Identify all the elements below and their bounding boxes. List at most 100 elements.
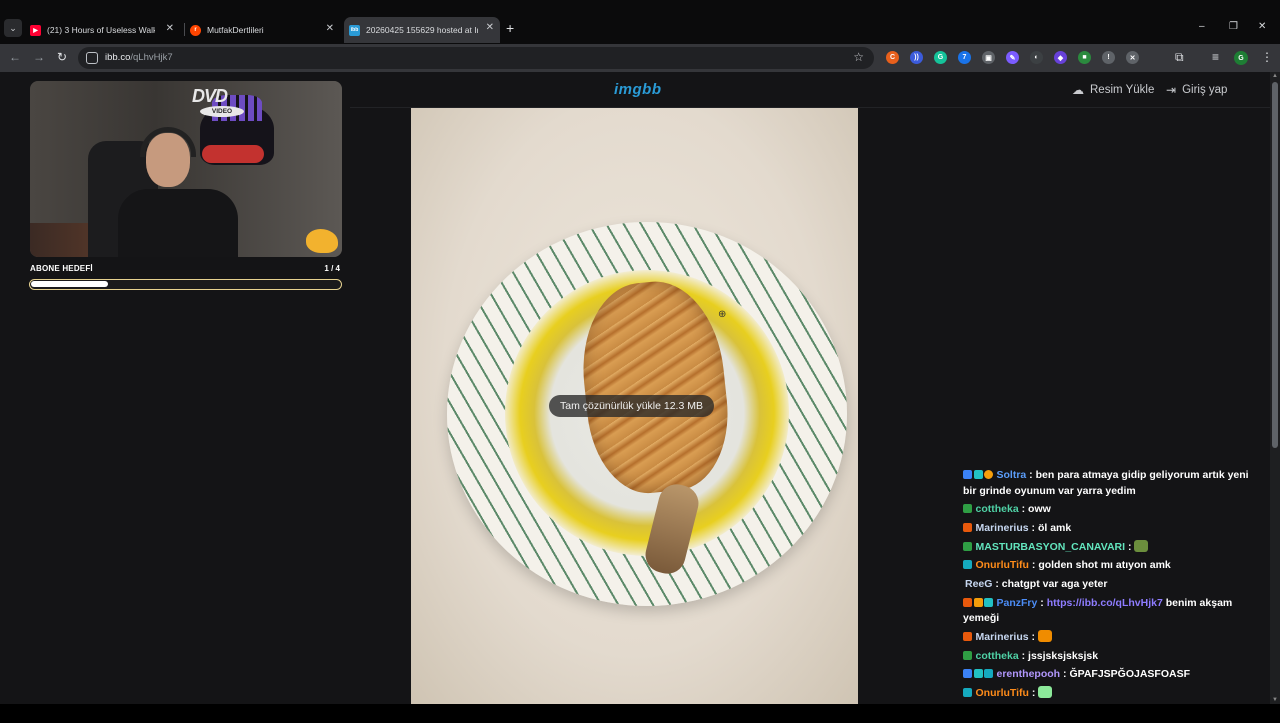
page-scrollbar[interactable]: ▲ ▼ xyxy=(1270,72,1280,704)
extension-wave-icon[interactable]: )) xyxy=(910,51,923,64)
chat-message: OnurluTifu : golden shot mı atıyon amk xyxy=(963,558,1263,574)
chat-message: ReeG : chatgpt var aga yeter xyxy=(965,577,1108,590)
subscriber-goal-fill xyxy=(31,281,108,287)
chat-emote-icon xyxy=(1134,539,1149,552)
chat-badge-icon xyxy=(963,504,972,514)
tab-title: 20260425 155629 hosted at Im xyxy=(366,25,478,35)
imgbb-logo[interactable]: imgbb xyxy=(614,81,662,98)
chat-username: MASTURBASYON_CANAVARI xyxy=(975,540,1126,553)
chat-badge-icon xyxy=(963,597,972,607)
dvd-logo-sub: VIDEO xyxy=(200,106,244,117)
chat-message: OnurluTifu : xyxy=(963,685,1263,702)
chat-emote-icon xyxy=(1038,685,1053,698)
zoom-in-icon: ⊕ xyxy=(718,309,727,320)
chat-overlay: Soltra : ben para atmaya gidip geliyorum… xyxy=(963,468,1263,723)
upload-image-link[interactable]: ☁ Resim Yükle xyxy=(1072,83,1154,97)
extension-grammarly-icon[interactable]: G xyxy=(934,51,947,64)
forward-button[interactable]: → xyxy=(33,50,45,64)
browser-toolbar: ← → ↻ ibb.co/qLhvHjk7 ☆ C)) G 7 ▣ ✎ ◐ ◆ ■! ✕ ⧉ ≡… xyxy=(0,44,1280,72)
bottom-edge xyxy=(0,704,1280,720)
chat-username: OnurluTifu xyxy=(975,559,1029,572)
tab-title: (21) 3 Hours of Useless Walking xyxy=(47,25,155,35)
extension-orange-icon[interactable]: C xyxy=(886,51,899,64)
extension-purple-icon[interactable]: ◆ xyxy=(1054,51,1067,64)
profile-avatar[interactable]: G xyxy=(1234,51,1248,65)
chat-message: cottheka : jssjsksjsksjsk xyxy=(963,649,1263,665)
chat-username: OnurluTifu xyxy=(975,686,1029,699)
chat-message: PanzFry : https://ibb.co/qLhvHjk7 benim … xyxy=(963,596,1233,625)
url-text[interactable]: ibb.co/qLhvHjk7 xyxy=(105,52,173,63)
chat-username: Soltra xyxy=(996,469,1027,481)
chat-badge-icon xyxy=(963,650,972,660)
plus-icon: + xyxy=(506,20,515,36)
url-host: ibb.co xyxy=(105,52,131,63)
chat-badge-icon xyxy=(963,687,972,697)
reload-button[interactable]: ↻ xyxy=(57,50,67,64)
chat-text: oww xyxy=(1028,503,1051,516)
address-bar[interactable]: ibb.co/qLhvHjk7 ☆ xyxy=(78,47,874,69)
tab-reddit[interactable]: r MutfakDertlileri ✕ xyxy=(190,18,340,42)
extension-translate-icon[interactable]: 7 xyxy=(958,51,971,64)
chat-text: chatgpt var aga yeter xyxy=(1001,577,1108,590)
restore-button[interactable]: ❐ xyxy=(1229,21,1238,32)
login-label: Giriş yap xyxy=(1182,84,1228,96)
chat-text: ĞPAFJSPĞOJASFOASF xyxy=(1069,668,1191,681)
chat-link[interactable]: https://ibb.co/qLhvHjk7 xyxy=(1047,597,1163,609)
chat-badge-icon xyxy=(973,597,983,607)
chat-badge-icon xyxy=(963,631,972,641)
reddit-icon: r xyxy=(190,24,201,36)
full-resolution-button[interactable]: Tam çözünürlük yükle 12.3 MB xyxy=(549,395,714,417)
back-button[interactable]: ← xyxy=(9,50,21,64)
tab-imgbb[interactable]: ibb 20260425 155629 hosted at Im ✕ xyxy=(344,17,500,43)
close-icon[interactable]: ✕ xyxy=(326,23,334,34)
chat-username: cottheka xyxy=(975,503,1019,516)
minimize-button[interactable]: – xyxy=(1199,21,1205,32)
extension-cross-icon[interactable]: ✕ xyxy=(1126,51,1139,64)
browser-menu-icon[interactable]: ⋮ xyxy=(1261,50,1273,64)
chat-badge-icon xyxy=(984,470,993,479)
chat-username: PanzFry xyxy=(996,596,1038,609)
chat-badge-icon xyxy=(973,669,983,679)
youtube-icon: ▶ xyxy=(30,24,41,36)
extension-tabs-icon[interactable]: ▣ xyxy=(982,51,995,64)
tab-divider xyxy=(184,23,185,36)
chat-badge-icon xyxy=(963,541,972,551)
tab-search-button[interactable]: ⌄ xyxy=(4,19,22,37)
imgbb-icon: ibb xyxy=(349,24,360,36)
scrollbar-thumb[interactable] xyxy=(1272,82,1278,448)
chevron-down-icon: ⌄ xyxy=(9,22,17,33)
media-control-icon[interactable]: ≡ xyxy=(1212,50,1219,64)
bookmark-star-icon[interactable]: ☆ xyxy=(853,50,864,64)
close-icon[interactable]: ✕ xyxy=(166,23,174,34)
chat-username: cottheka xyxy=(975,649,1019,662)
streamer-body xyxy=(118,189,238,257)
chat-message: erenthepooh : ĞPAFJSPĞOJASFOASF xyxy=(963,667,1263,683)
chat-badge-icon xyxy=(984,669,993,679)
login-link[interactable]: ⇥ Giriş yap xyxy=(1166,83,1227,97)
extension-info-icon[interactable]: ! xyxy=(1102,51,1115,64)
sign-in-icon: ⇥ xyxy=(1166,83,1177,97)
chat-message: Marinerius : öl amk xyxy=(963,521,1263,537)
new-tab-button[interactable]: + xyxy=(506,20,514,36)
chat-text: jssjsksjsksjsk xyxy=(1028,649,1099,662)
window-close-button[interactable]: ✕ xyxy=(1258,21,1266,32)
chat-username: erenthepooh xyxy=(996,668,1061,681)
scroll-down-icon[interactable]: ▼ xyxy=(1272,697,1278,703)
tab-youtube[interactable]: ▶ (21) 3 Hours of Useless Walking ✕ xyxy=(30,18,180,42)
extension-pen-icon[interactable]: ✎ xyxy=(1006,51,1019,64)
chat-message: Soltra : ben para atmaya gidip geliyorum… xyxy=(963,469,1249,497)
chat-badge-icon xyxy=(973,470,983,479)
extension-green-icon[interactable]: ■ xyxy=(1078,51,1091,64)
cloud-upload-icon: ☁ xyxy=(1072,83,1084,97)
scroll-up-icon[interactable]: ▲ xyxy=(1272,73,1278,79)
extensions-puzzle-icon[interactable]: ⧉ xyxy=(1175,50,1184,65)
chat-badge-icon xyxy=(963,669,972,679)
url-path: /qLhvHjk7 xyxy=(130,52,173,63)
extension-dark-icon[interactable]: ◐ xyxy=(1030,51,1043,64)
tab-title: MutfakDertlileri xyxy=(207,25,264,35)
chat-emote-icon xyxy=(1037,629,1052,642)
chat-badge-icon xyxy=(963,522,972,532)
dvd-logo: DVD VIDEO xyxy=(192,86,248,118)
close-icon[interactable]: ✕ xyxy=(486,22,494,33)
site-info-icon[interactable] xyxy=(86,52,98,64)
